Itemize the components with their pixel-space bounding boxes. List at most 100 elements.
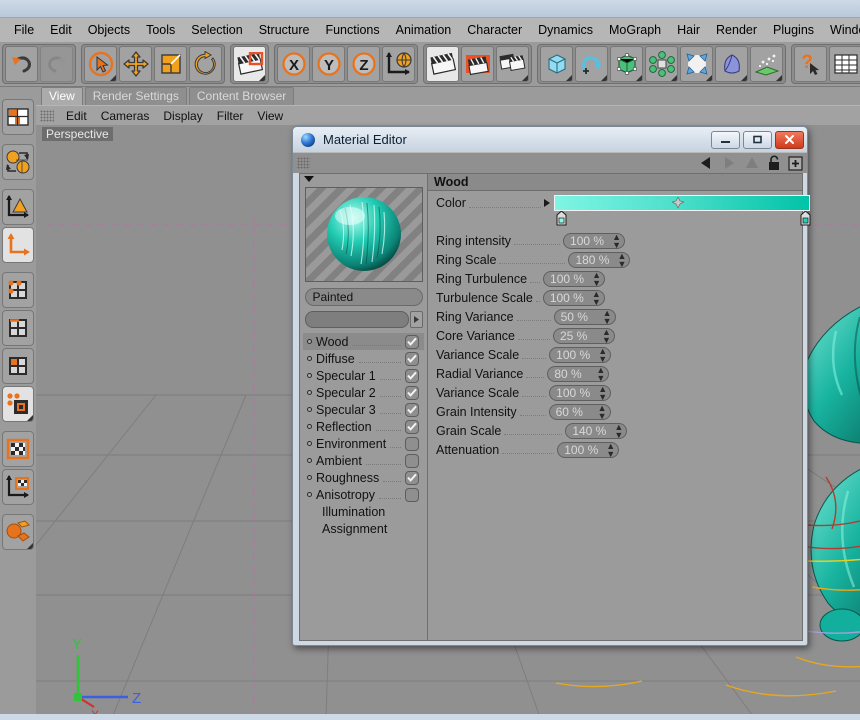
gradient-control[interactable] <box>553 194 811 225</box>
spinner-icon[interactable]: ▲ ▼ <box>612 232 621 249</box>
move-tool-button[interactable] <box>119 46 152 82</box>
param-value-field[interactable]: 100 % ▲ ▼ <box>557 441 620 458</box>
layout-button[interactable] <box>829 46 860 82</box>
channel-filter-input[interactable] <box>304 310 409 328</box>
param-value-field[interactable]: 100 % ▲ ▼ <box>549 346 612 363</box>
filter-dropdown-button[interactable] <box>409 310 423 328</box>
spinner-icon[interactable]: ▲ ▼ <box>606 441 615 458</box>
param-value-field[interactable]: 180 % ▲ ▼ <box>568 251 631 268</box>
channel-checkbox[interactable] <box>405 334 419 349</box>
spinner-icon[interactable]: ▲ ▼ <box>603 308 612 325</box>
param-value-field[interactable]: 25 % ▲ ▼ <box>552 327 615 344</box>
param-row-variance-scale-1[interactable]: Variance Scale 100 % ▲ ▼ <box>428 345 802 364</box>
rotate-tool-button[interactable] <box>189 46 222 82</box>
param-row-ring-intensity[interactable]: Ring intensity 100 % ▲ ▼ <box>428 231 802 250</box>
channel-row-specular-2[interactable]: Specular 2 <box>303 384 424 401</box>
drag-grip-icon[interactable] <box>297 157 310 169</box>
spline-button[interactable] <box>575 46 608 82</box>
param-row-ring-scale[interactable]: Ring Scale 180 % ▲ ▼ <box>428 250 802 269</box>
param-value-field[interactable]: 60 % ▲ ▼ <box>548 403 611 420</box>
spinner-icon[interactable]: ▲ ▼ <box>602 327 611 344</box>
channel-row-illumination[interactable]: Illumination <box>303 503 424 520</box>
axis-y-button[interactable]: Y <box>312 46 345 82</box>
world-coordinates-button[interactable] <box>382 46 415 82</box>
channel-row-assignment[interactable]: Assignment <box>303 520 424 537</box>
param-row-turbulence-scale[interactable]: Turbulence Scale 100 % ▲ ▼ <box>428 288 802 307</box>
channel-checkbox[interactable] <box>405 470 419 485</box>
submenu-item-edit[interactable]: Edit <box>59 108 94 124</box>
rail-button-polygon-mode[interactable] <box>2 348 34 384</box>
gradient-knob-left[interactable] <box>556 209 567 226</box>
channel-row-wood[interactable]: Wood <box>303 333 424 350</box>
channel-row-diffuse[interactable]: Diffuse <box>303 350 424 367</box>
spinner-icon[interactable]: ▲ ▼ <box>596 365 605 382</box>
lock-icon[interactable] <box>767 155 781 171</box>
channel-row-specular-3[interactable]: Specular 3 <box>303 401 424 418</box>
menu-item-file[interactable]: File <box>6 21 42 39</box>
chevron-down-icon[interactable] <box>304 176 314 182</box>
spinner-icon[interactable]: ▲ ▼ <box>598 384 607 401</box>
axis-z-button[interactable]: Z <box>347 46 380 82</box>
tab-content-browser[interactable]: Content Browser <box>188 87 295 105</box>
rail-button-world-axis[interactable] <box>2 227 34 263</box>
rail-button-texture-axis[interactable] <box>2 469 34 505</box>
spinner-icon[interactable]: ▲ ▼ <box>592 289 601 306</box>
param-row-variance-scale-2[interactable]: Variance Scale 100 % ▲ ▼ <box>428 383 802 402</box>
expand-triangle-icon[interactable] <box>543 199 550 207</box>
gradient-knob-right[interactable] <box>800 209 811 226</box>
param-row-core-variance[interactable]: Core Variance 25 % ▲ ▼ <box>428 326 802 345</box>
material-name-field[interactable]: Painted <box>304 288 423 306</box>
param-row-grain-intensity[interactable]: Grain Intensity 60 % ▲ ▼ <box>428 402 802 421</box>
channel-checkbox[interactable] <box>405 453 419 468</box>
submenu-item-cameras[interactable]: Cameras <box>94 108 157 124</box>
channel-row-specular-1[interactable]: Specular 1 <box>303 367 424 384</box>
param-value-field[interactable]: 100 % ▲ ▼ <box>543 270 606 287</box>
maximize-button[interactable] <box>743 130 772 149</box>
tab-view[interactable]: View <box>41 87 83 105</box>
param-row-grain-scale[interactable]: Grain Scale 140 % ▲ ▼ <box>428 421 802 440</box>
rail-button-texture-mode[interactable] <box>2 431 34 467</box>
param-value-field[interactable]: 50 % ▲ ▼ <box>553 308 616 325</box>
channel-checkbox[interactable] <box>405 385 419 400</box>
scene-object-button[interactable] <box>715 46 748 82</box>
cube-primitive-button[interactable] <box>540 46 573 82</box>
submenu-item-view[interactable]: View <box>250 108 290 124</box>
channel-row-roughness[interactable]: Roughness <box>303 469 424 486</box>
forward-arrow-icon[interactable] <box>721 156 737 170</box>
rail-button-model-mode[interactable] <box>2 144 34 180</box>
render-region-button[interactable] <box>461 46 494 82</box>
channel-checkbox[interactable] <box>405 368 419 383</box>
scale-tool-button[interactable] <box>154 46 187 82</box>
channel-row-reflection[interactable]: Reflection <box>303 418 424 435</box>
deformer-button[interactable] <box>680 46 713 82</box>
gradient-marker-icon[interactable] <box>671 196 684 209</box>
menu-item-structure[interactable]: Structure <box>251 21 318 39</box>
redo-button[interactable] <box>40 46 73 82</box>
menu-item-objects[interactable]: Objects <box>80 21 138 39</box>
render-view-button-2[interactable] <box>426 46 459 82</box>
channel-row-ambient[interactable]: Ambient <box>303 452 424 469</box>
spinner-icon[interactable]: ▲ ▼ <box>614 422 623 439</box>
param-value-field[interactable]: 140 % ▲ ▼ <box>565 422 628 439</box>
add-button-icon[interactable] <box>788 155 803 171</box>
menu-item-window[interactable]: Window <box>822 21 860 39</box>
menu-item-animation[interactable]: Animation <box>388 21 460 39</box>
menu-item-mograph[interactable]: MoGraph <box>601 21 669 39</box>
help-button[interactable]: ? <box>794 46 827 82</box>
tab-render-settings[interactable]: Render Settings <box>84 87 187 105</box>
menu-item-character[interactable]: Character <box>459 21 530 39</box>
param-row-color[interactable]: Color <box>428 191 811 225</box>
material-editor-window[interactable]: Material Editor Painted Wood Diffuse Spe… <box>292 126 811 646</box>
spinner-icon[interactable]: ▲ ▼ <box>592 270 601 287</box>
axis-x-button[interactable]: X <box>277 46 310 82</box>
nurbs-button[interactable] <box>610 46 643 82</box>
material-preview[interactable] <box>304 187 423 282</box>
minimize-button[interactable] <box>711 130 740 149</box>
rail-button-viewport-solo[interactable] <box>2 514 34 550</box>
channel-checkbox[interactable] <box>405 436 419 451</box>
param-row-ring-variance[interactable]: Ring Variance 50 % ▲ ▼ <box>428 307 802 326</box>
menu-item-selection[interactable]: Selection <box>183 21 250 39</box>
close-button[interactable] <box>775 130 804 149</box>
param-value-field[interactable]: 100 % ▲ ▼ <box>542 289 605 306</box>
spinner-icon[interactable]: ▲ ▼ <box>598 346 607 363</box>
